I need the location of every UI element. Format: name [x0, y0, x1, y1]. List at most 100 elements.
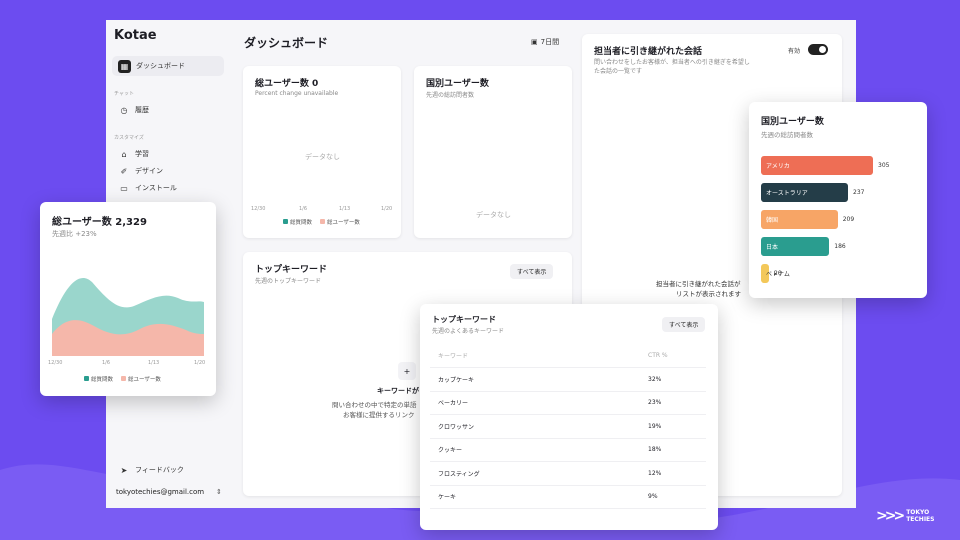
keyword-cell: ベーカリー: [430, 391, 640, 415]
country-bar: 韓国: [761, 210, 838, 229]
sidebar-item-install[interactable]: ▭ インストール: [112, 178, 183, 198]
card-title: 総ユーザー数 2,329: [52, 217, 147, 228]
float-keywords-card: トップキーワード 先週のよくあるキーワード すべて表示 キーワード CTR % …: [420, 304, 718, 530]
keywords-table: キーワード CTR % カップケーキ 32% ベーカリー 23% クロワッサン 19% クッ…: [430, 344, 706, 509]
nav-heading-custom: カスタマイズ: [114, 135, 144, 141]
sidebar-item-label: デザイン: [135, 167, 163, 175]
table-row[interactable]: ケーキ 9%: [430, 485, 706, 509]
table-row[interactable]: ベーカリー 23%: [430, 391, 706, 415]
empty-title: キーワードが: [377, 387, 419, 395]
sidebar-item-label: フィードバック: [135, 466, 184, 474]
send-icon: ➤: [120, 465, 128, 475]
card-title: トップキーワード: [432, 315, 496, 324]
card-subtitle: 先週のトップキーワード: [255, 278, 322, 285]
logo-line2: TECHIES: [906, 516, 935, 523]
x-tick: 1/13: [339, 206, 351, 212]
keyword-cell: カップケーキ: [430, 367, 640, 392]
card-title: 総ユーザー数 0: [255, 79, 319, 89]
sidebar-item-label: ダッシュボード: [136, 62, 185, 70]
show-all-button[interactable]: すべて表示: [510, 264, 554, 279]
ctr-cell: 19%: [640, 414, 706, 439]
empty-state: データなし: [476, 211, 511, 219]
card-subtitle: 先週比 +23%: [52, 230, 97, 238]
monitor-icon: ▭: [120, 183, 128, 193]
account-email[interactable]: tokyotechies@gmail.com: [116, 488, 204, 496]
brand-logo: Kotae: [114, 28, 157, 43]
ctr-cell: 12%: [640, 461, 706, 486]
country-bar: オーストラリア: [761, 183, 849, 202]
chart-legend: 総質問数 総ユーザー数: [84, 375, 161, 383]
empty-text: お客様に提供するリンク: [343, 411, 415, 419]
table-row[interactable]: フロスティング 12%: [430, 461, 706, 486]
legend-item: 総ユーザー数: [121, 375, 161, 383]
x-tick: 1/6: [299, 206, 308, 212]
table-header-row: キーワード CTR %: [430, 344, 706, 368]
calendar-icon: ▣: [531, 38, 538, 46]
ctr-cell: 9%: [640, 485, 706, 509]
country-bar-value: 186: [834, 243, 846, 250]
keyword-cell: フロスティング: [430, 461, 640, 486]
sidebar-item-label: 履歴: [135, 106, 149, 114]
page-title: ダッシュボード: [244, 36, 329, 50]
card-title: トップキーワード: [255, 265, 328, 275]
sidebar-item-history[interactable]: ◷ 履歴: [112, 100, 155, 120]
legend-item: 総ユーザー数: [320, 218, 360, 226]
tokyo-techies-logo: >>> TOKYO TECHIES: [876, 508, 934, 524]
country-bar: アメリカ: [761, 156, 873, 175]
card-subtitle: た会話の一覧です: [594, 68, 643, 75]
country-bar: ベトナム: [761, 264, 790, 283]
nav-heading-chat: チャット: [114, 91, 134, 97]
sidebar-item-label: 学習: [135, 150, 149, 158]
chevron-updown-icon[interactable]: ⇕: [216, 488, 222, 496]
x-tick: 1/20: [381, 206, 393, 212]
enabled-toggle[interactable]: [808, 44, 828, 55]
card-title: 国別ユーザー数: [761, 117, 824, 127]
grid-icon: ▦: [118, 59, 131, 73]
x-tick: 12/30: [251, 206, 266, 212]
empty-state: リストが表示されます: [676, 290, 741, 298]
empty-state: 担当者に引き継がれた会話が: [656, 280, 741, 288]
country-bar-row: 日本 186: [761, 237, 846, 256]
graduation-cap-icon: ⌂: [121, 149, 127, 159]
country-bar-row: 韓国 209: [761, 210, 854, 229]
empty-text: 問い合わせの中で特定の単語: [332, 401, 417, 409]
col-header-keyword: キーワード: [430, 344, 640, 368]
chart-legend: 総質問数 総ユーザー数: [283, 218, 360, 226]
period-label: 7日間: [540, 38, 560, 46]
table-row[interactable]: カップケーキ 32%: [430, 367, 706, 392]
show-all-button[interactable]: すべて表示: [662, 317, 706, 332]
chevrons-icon: >>>: [876, 508, 905, 524]
x-tick: 12/30: [48, 360, 63, 366]
card-subtitle: 先週のよくあるキーワード: [432, 328, 505, 335]
toggle-label: 有効: [788, 48, 801, 55]
sidebar-item-feedback[interactable]: ➤ フィードバック: [112, 460, 190, 480]
legend-item: 総質問数: [283, 218, 312, 226]
table-row[interactable]: クッキー 18%: [430, 438, 706, 462]
x-tick: 1/13: [148, 360, 160, 366]
country-bar-row: ベトナム 20: [761, 264, 790, 283]
ctr-cell: 18%: [640, 438, 706, 462]
float-country-card: 国別ユーザー数 先週の総訪問者数 アメリカ 305 オーストラリア 237 韓国 209 日…: [749, 102, 927, 298]
card-subtitle: 先週の総訪問者数: [426, 92, 475, 99]
country-bar-value: 305: [878, 162, 890, 169]
brush-icon: ✐: [120, 166, 128, 176]
country-bar-row: アメリカ 305: [761, 156, 889, 175]
country-card: 国別ユーザー数 先週の総訪問者数 データなし: [414, 66, 572, 238]
x-tick: 1/20: [194, 360, 206, 366]
sidebar-item-dashboard[interactable]: ▦ ダッシュボード: [112, 56, 224, 76]
keyword-cell: クッキー: [430, 438, 640, 462]
float-total-users-card: 総ユーザー数 2,329 先週比 +23% 12/30 1/6 1/13 1/2…: [40, 202, 216, 396]
plus-icon: +: [398, 362, 416, 380]
country-bar-value: 237: [853, 189, 865, 196]
keyword-cell: クロワッサン: [430, 414, 640, 439]
country-bar-value: 209: [842, 216, 855, 223]
area-chart: [52, 277, 204, 356]
table-row[interactable]: クロワッサン 19%: [430, 414, 706, 439]
sidebar-item-label: インストール: [135, 184, 177, 192]
ctr-cell: 32%: [640, 367, 706, 392]
card-subtitle: 問い合わせをしたお客様が、担当者への引き継ぎを希望し: [594, 59, 750, 66]
period-selector[interactable]: ▣ 7日間: [531, 37, 559, 47]
card-title: 担当者に引き継がれた会話: [594, 47, 703, 57]
legend-item: 総質問数: [84, 375, 113, 383]
x-tick: 1/6: [102, 360, 111, 366]
